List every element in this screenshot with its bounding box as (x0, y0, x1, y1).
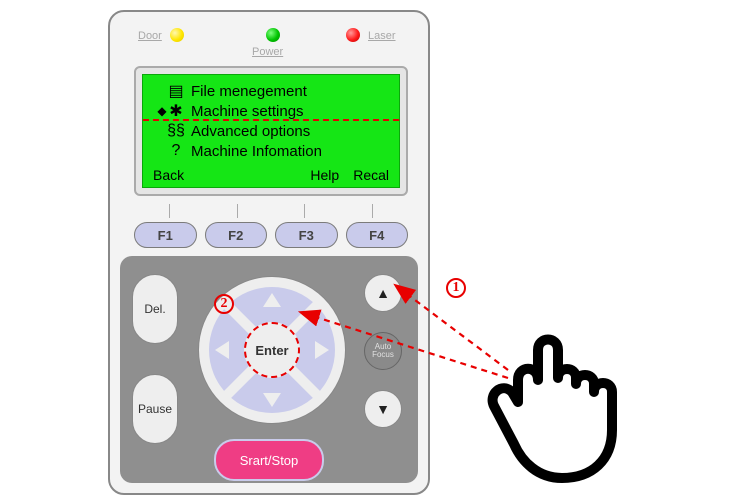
softkey-row: Back Help Recal (153, 167, 389, 183)
callout-two: 2 (214, 294, 234, 314)
laser-led-icon (346, 28, 360, 42)
control-panel-device: Door Power Laser ▤ File menegement ◆ ✱ M… (108, 10, 430, 495)
callout-one: 1 (446, 278, 466, 298)
f3-key[interactable]: F3 (275, 222, 338, 248)
f2-key[interactable]: F2 (205, 222, 268, 248)
start-stop-button[interactable]: Srart/Stop (214, 439, 324, 481)
lcd-frame: ▤ File menegement ◆ ✱ Machine settings §… (134, 66, 408, 196)
menu-item-advanced[interactable]: §§ Advanced options (157, 121, 389, 141)
arrow-down-button[interactable]: ▼ (364, 390, 402, 428)
file-icon: ▤ (167, 81, 185, 101)
f1-key[interactable]: F1 (134, 222, 197, 248)
menu-item-settings[interactable]: ◆ ✱ Machine settings (157, 101, 389, 121)
menu-item-file[interactable]: ▤ File menegement (157, 81, 389, 101)
dpad-down-icon[interactable] (263, 393, 281, 407)
dpad-up-icon[interactable] (263, 293, 281, 307)
laser-label: Laser (368, 30, 396, 42)
hand-pointer-icon (480, 310, 670, 490)
enter-button[interactable]: Enter (244, 322, 300, 378)
separator-row (136, 204, 406, 220)
menu-label: Machine settings (185, 103, 304, 120)
menu-label: Advanced options (185, 123, 310, 140)
arrow-up-button[interactable]: ▲ (364, 274, 402, 312)
dpad-right-icon[interactable] (315, 341, 329, 359)
lcd-screen: ▤ File menegement ◆ ✱ Machine settings §… (142, 74, 400, 188)
menu-label: Machine Infomation (185, 143, 322, 160)
door-led-icon (170, 28, 184, 42)
function-key-row: F1 F2 F3 F4 (134, 222, 408, 248)
softkey-back[interactable]: Back (153, 167, 184, 183)
door-label: Door (138, 30, 162, 42)
softkey-recall[interactable]: Recal (353, 167, 389, 183)
settings-icon: ✱ (167, 101, 185, 121)
delete-button[interactable]: Del. (132, 274, 178, 344)
menu-item-info[interactable]: ? Machine Infomation (157, 141, 389, 161)
main-menu: ▤ File menegement ◆ ✱ Machine settings §… (157, 81, 389, 161)
triangle-down-icon: ▼ (376, 401, 390, 417)
pause-button[interactable]: Pause (132, 374, 178, 444)
highlight-line (143, 119, 400, 121)
softkey-help[interactable]: Help (310, 167, 339, 183)
status-row: Door Power Laser (110, 26, 428, 56)
keypad-panel: Del. Pause Enter ▲ AutoFocus ▼ Srart/Sto… (120, 256, 418, 483)
menu-selector: ◆ (157, 104, 167, 118)
f4-key[interactable]: F4 (346, 222, 409, 248)
dpad-left-icon[interactable] (215, 341, 229, 359)
auto-focus-label: AutoFocus (372, 343, 394, 360)
power-led-icon (266, 28, 280, 42)
auto-focus-button[interactable]: AutoFocus (364, 332, 402, 370)
info-icon: ? (167, 142, 185, 160)
menu-label: File menegement (185, 83, 307, 100)
power-label: Power (252, 46, 283, 58)
triangle-up-icon: ▲ (376, 285, 390, 301)
advanced-icon: §§ (167, 122, 185, 140)
